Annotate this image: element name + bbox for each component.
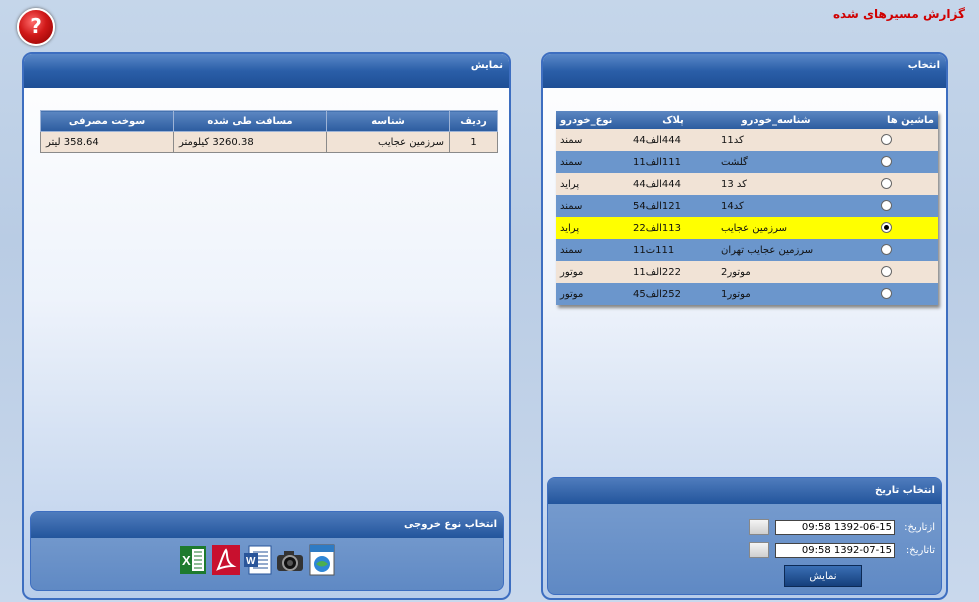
vehicle-radio[interactable]	[881, 156, 892, 168]
cell-vehicle-type: سمند	[556, 195, 629, 217]
cell-vehicle-id: موتور2	[717, 261, 835, 283]
cell-vehicle	[835, 195, 938, 217]
vehicle-radio[interactable]	[881, 266, 892, 278]
col-fuel: سوخت مصرفی	[40, 110, 174, 132]
display-panel-title: نمایش	[24, 54, 509, 88]
cell-vehicle-type: سمند	[556, 151, 629, 173]
table-row[interactable]: کد 13 444الف44 پراید	[556, 173, 938, 195]
vehicle-radio[interactable]	[881, 222, 892, 234]
table-row[interactable]: سرزمین عجایب تهران 111ت11 سمند	[556, 239, 938, 261]
from-date-row: ازتاریخ:	[749, 517, 935, 537]
report-table: ردیف شناسه مسافت طی شده سوخت مصرفی 1 سرز…	[40, 110, 498, 153]
cell-vehicle-id: کد11	[717, 129, 835, 151]
cell-vehicle-id: موتور1	[717, 283, 835, 305]
cell-vehicle-id: کد 13	[717, 173, 835, 195]
cell-plate: 222الف11	[629, 261, 717, 283]
table-row[interactable]: کد11 444الف44 سمند	[556, 129, 938, 151]
table-row[interactable]: 1 سرزمین عجایب 3260.38 کیلومتر 358.64 لی…	[40, 131, 498, 153]
excel-icon[interactable]: X	[179, 544, 209, 576]
vehicle-table-header: ماشین ها شناسه_خودرو پلاک نوع_خودرو	[556, 111, 938, 129]
export-icons: X W	[179, 544, 337, 576]
cell-name: سرزمین عجایب	[326, 131, 450, 153]
cell-vehicle-id: کد14	[717, 195, 835, 217]
from-date-input[interactable]	[775, 519, 895, 535]
cell-vehicle	[835, 217, 938, 239]
word-icon[interactable]: W	[243, 544, 273, 576]
selection-panel-title: انتخاب	[543, 54, 946, 88]
cell-vehicle	[835, 129, 938, 151]
cell-vehicle	[835, 261, 938, 283]
cell-plate: 252الف45	[629, 283, 717, 305]
col-vehicle-type: نوع_خودرو	[556, 111, 629, 129]
cell-vehicle	[835, 151, 938, 173]
pdf-icon[interactable]	[211, 544, 241, 576]
table-row[interactable]: سرزمین عجایب 113الف22 پراید	[556, 217, 938, 239]
export-panel: انتخاب نوع خروجی X W	[30, 511, 504, 591]
cell-vehicle	[835, 239, 938, 261]
camera-icon[interactable]	[275, 544, 305, 576]
from-date-label: ازتاریخ:	[904, 521, 935, 533]
to-calendar-icon[interactable]	[749, 542, 769, 558]
cell-row: 1	[449, 131, 498, 153]
cell-vehicle-id: سرزمین عجایب	[717, 217, 835, 239]
cell-vehicle-type: پراید	[556, 173, 629, 195]
col-distance: مسافت طی شده	[173, 110, 327, 132]
cell-vehicle-id: گلشت	[717, 151, 835, 173]
col-vehicle-id: شناسه_خودرو	[717, 111, 835, 129]
cell-plate: 111الف11	[629, 151, 717, 173]
date-panel: انتخاب تاریخ ازتاریخ: تاتاریخ: نمایش	[547, 477, 942, 595]
table-row[interactable]: کد14 121الف54 سمند	[556, 195, 938, 217]
vehicle-table: ماشین ها شناسه_خودرو پلاک نوع_خودرو کد11…	[556, 111, 938, 305]
col-vehicles: ماشین ها	[835, 111, 938, 129]
vehicle-radio[interactable]	[881, 178, 892, 190]
cell-vehicle-type: سمند	[556, 239, 629, 261]
page-title: گزارش مسیرهای شده	[832, 7, 965, 21]
table-row[interactable]: موتور1 252الف45 موتور	[556, 283, 938, 305]
cell-vehicle	[835, 173, 938, 195]
report-table-header: ردیف شناسه مسافت طی شده سوخت مصرفی	[40, 110, 498, 132]
image-file-icon[interactable]	[307, 544, 337, 576]
table-row[interactable]: گلشت 111الف11 سمند	[556, 151, 938, 173]
cell-plate: 444الف44	[629, 173, 717, 195]
cell-plate: 444الف44	[629, 129, 717, 151]
to-date-row: تاتاریخ:	[749, 540, 935, 560]
show-button[interactable]: نمایش	[784, 565, 862, 587]
cell-vehicle-type: موتور	[556, 283, 629, 305]
date-panel-title: انتخاب تاریخ	[548, 478, 941, 504]
cell-distance: 3260.38 کیلومتر	[173, 131, 327, 153]
cell-vehicle-id: سرزمین عجایب تهران	[717, 239, 835, 261]
cell-plate: 121الف54	[629, 195, 717, 217]
svg-text:W: W	[246, 556, 256, 567]
col-plate: پلاک	[629, 111, 717, 129]
cell-plate: 113الف22	[629, 217, 717, 239]
from-calendar-icon[interactable]	[749, 519, 769, 535]
to-date-input[interactable]	[775, 542, 895, 558]
to-date-label: تاتاریخ:	[905, 544, 935, 556]
vehicle-radio[interactable]	[881, 134, 892, 146]
vehicle-radio[interactable]	[881, 200, 892, 212]
svg-text:X: X	[182, 553, 191, 568]
selection-panel: انتخاب ماشین ها شناسه_خودرو پلاک نوع_خود…	[541, 52, 948, 600]
cell-plate: 111ت11	[629, 239, 717, 261]
cell-vehicle	[835, 283, 938, 305]
help-button[interactable]: ?	[17, 8, 55, 46]
cell-vehicle-type: سمند	[556, 129, 629, 151]
export-panel-title: انتخاب نوع خروجی	[31, 512, 503, 538]
table-row[interactable]: موتور2 222الف11 موتور	[556, 261, 938, 283]
cell-vehicle-type: موتور	[556, 261, 629, 283]
vehicle-radio[interactable]	[881, 288, 892, 300]
vehicle-radio[interactable]	[881, 244, 892, 256]
cell-vehicle-type: پراید	[556, 217, 629, 239]
display-panel: نمایش ردیف شناسه مسافت طی شده سوخت مصرفی…	[22, 52, 511, 600]
col-name: شناسه	[326, 110, 450, 132]
col-row: ردیف	[449, 110, 498, 132]
cell-fuel: 358.64 لیتر	[40, 131, 174, 153]
